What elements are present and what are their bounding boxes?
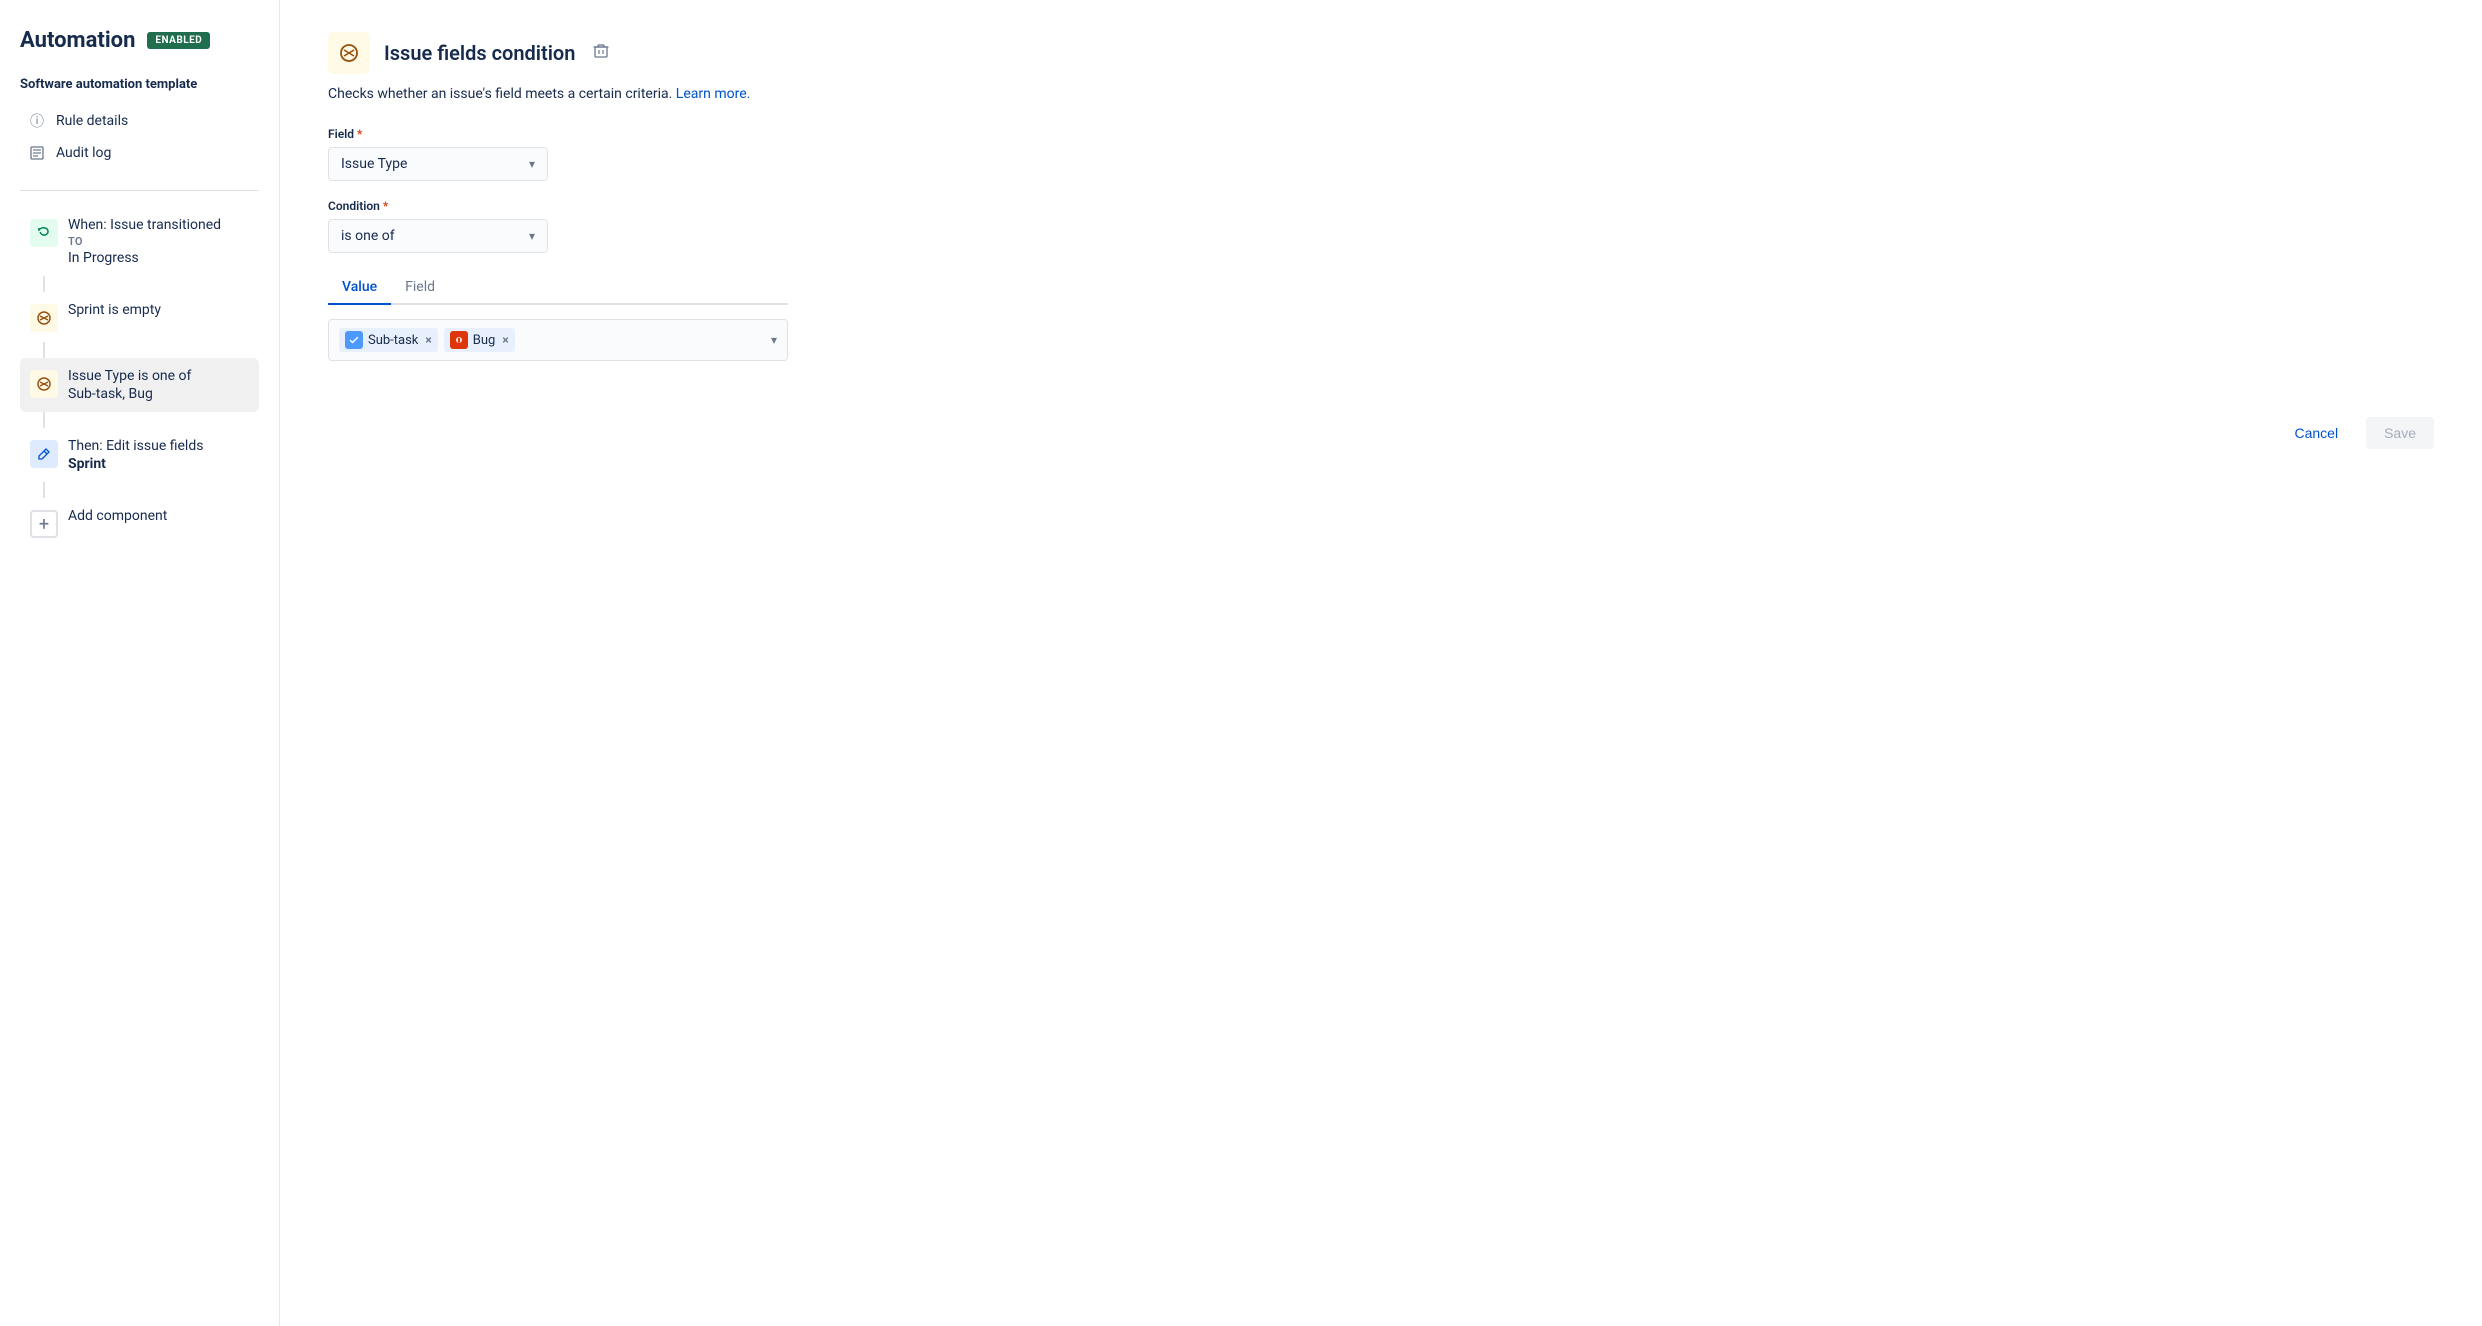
field-section: Field * Issue Type ▾ <box>328 127 2434 181</box>
trigger-detail: In Progress <box>68 250 221 266</box>
field-required: * <box>357 127 362 141</box>
subtask-icon <box>345 331 363 349</box>
issue-type-content: Issue Type is one of Sub-task, Bug <box>68 368 191 402</box>
add-label: Add component <box>68 508 167 524</box>
panel-icon <box>328 32 370 74</box>
connector-1 <box>43 276 45 292</box>
field-value: Issue Type <box>341 156 407 172</box>
condition-value: is one of <box>341 228 395 244</box>
issue-type-label: Issue Type is one of <box>68 368 191 384</box>
edit-detail: Sprint <box>68 456 203 472</box>
condition-required: * <box>383 199 388 213</box>
footer-row: Cancel Save <box>328 401 2434 449</box>
trigger-icon <box>30 219 58 247</box>
value-input-area[interactable]: Sub-task × Bug × ▾ <box>328 319 788 361</box>
panel-title: Issue fields condition <box>384 41 575 65</box>
tag-bug: Bug × <box>444 328 515 352</box>
audit-icon <box>28 144 46 162</box>
connector-2 <box>43 342 45 358</box>
step-sprint-empty[interactable]: Sprint is empty <box>20 292 259 342</box>
tabs-row: Value Field <box>328 271 788 305</box>
step-issue-type[interactable]: Issue Type is one of Sub-task, Bug <box>20 358 259 412</box>
rule-details-label: Rule details <box>56 113 128 129</box>
condition-label: Condition * <box>328 199 2434 213</box>
field-chevron-icon: ▾ <box>529 157 535 171</box>
tab-value[interactable]: Value <box>328 271 391 305</box>
app-title: Automation <box>20 28 135 53</box>
subtask-label: Sub-task <box>368 333 418 348</box>
bug-icon <box>450 331 468 349</box>
condition-section: Condition * is one of ▾ <box>328 199 2434 253</box>
trigger-sub: TO <box>68 235 221 248</box>
sidebar-item-audit-log[interactable]: Audit log <box>20 138 259 168</box>
sprint-label: Sprint is empty <box>68 302 161 318</box>
delete-icon[interactable] <box>593 43 609 63</box>
bug-remove[interactable]: × <box>502 333 508 347</box>
issue-type-icon <box>30 370 58 398</box>
condition-chevron-icon: ▾ <box>529 229 535 243</box>
subtask-remove[interactable]: × <box>425 333 431 347</box>
connector-3 <box>43 412 45 428</box>
tab-field[interactable]: Field <box>391 271 449 305</box>
value-area-chevron-icon: ▾ <box>771 333 777 347</box>
sprint-icon <box>30 304 58 332</box>
trigger-label: When: Issue transitioned <box>68 217 221 233</box>
sidebar-nav: ⓘ Rule details Audit log <box>20 106 259 168</box>
condition-dropdown[interactable]: is one of ▾ <box>328 219 548 253</box>
bug-label: Bug <box>473 333 496 348</box>
sprint-content: Sprint is empty <box>68 302 161 318</box>
enabled-badge: ENABLED <box>147 32 210 49</box>
field-dropdown[interactable]: Issue Type ▾ <box>328 147 548 181</box>
main-panel: Issue fields condition Checks whether an… <box>280 0 2482 1326</box>
trigger-content: When: Issue transitioned TO In Progress <box>68 217 221 266</box>
cancel-button[interactable]: Cancel <box>2276 417 2356 449</box>
edit-icon <box>30 440 58 468</box>
step-add-component[interactable]: + Add component <box>20 498 259 548</box>
sidebar-item-rule-details[interactable]: ⓘ Rule details <box>20 106 259 136</box>
connector-4 <box>43 482 45 498</box>
edit-content: Then: Edit issue fields Sprint <box>68 438 203 472</box>
edit-label: Then: Edit issue fields <box>68 438 203 454</box>
workflow-steps: When: Issue transitioned TO In Progress <box>20 207 259 548</box>
panel-description: Checks whether an issue's field meets a … <box>328 84 2434 105</box>
save-button[interactable]: Save <box>2366 417 2434 449</box>
step-edit-issue[interactable]: Then: Edit issue fields Sprint <box>20 428 259 482</box>
template-label: Software automation template <box>20 77 259 92</box>
panel-header: Issue fields condition <box>328 32 2434 74</box>
app-title-row: Automation ENABLED <box>20 28 259 53</box>
field-label: Field * <box>328 127 2434 141</box>
sidebar-divider <box>20 190 259 191</box>
learn-more-link[interactable]: Learn more. <box>676 86 751 102</box>
add-content: Add component <box>68 508 167 524</box>
audit-log-label: Audit log <box>56 145 111 161</box>
step-trigger[interactable]: When: Issue transitioned TO In Progress <box>20 207 259 276</box>
issue-type-detail: Sub-task, Bug <box>68 386 191 402</box>
add-icon: + <box>30 510 58 538</box>
info-icon: ⓘ <box>28 112 46 130</box>
tag-subtask: Sub-task × <box>339 328 438 352</box>
sidebar: Automation ENABLED Software automation t… <box>0 0 280 1326</box>
